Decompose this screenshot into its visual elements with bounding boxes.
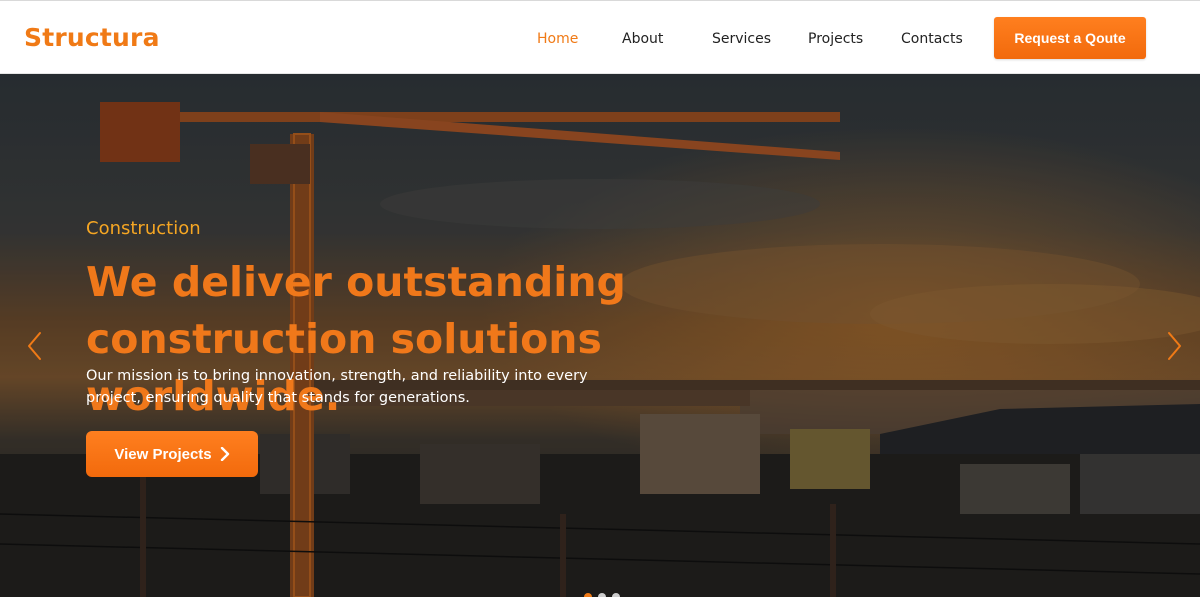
slider-pagination <box>584 593 620 597</box>
hero-description: Our mission is to bring innovation, stre… <box>86 368 588 406</box>
request-quote-button[interactable]: Request a Qoute <box>994 17 1146 59</box>
slider-dot[interactable] <box>598 593 606 597</box>
slider-next-button[interactable] <box>1163 330 1187 362</box>
chevron-right-icon <box>220 447 229 461</box>
slider-dot[interactable] <box>612 593 620 597</box>
slider-prev-button[interactable] <box>22 330 46 362</box>
nav-services[interactable]: Services <box>712 31 771 47</box>
nav-home[interactable]: Home <box>537 31 578 47</box>
view-projects-label: View Projects <box>114 445 212 463</box>
nav-about[interactable]: About <box>622 31 663 47</box>
hero-eyebrow: Construction <box>86 218 201 239</box>
nav-projects[interactable]: Projects <box>808 31 863 47</box>
view-projects-button[interactable]: View Projects <box>86 431 258 477</box>
nav-contacts[interactable]: Contacts <box>901 31 963 47</box>
hero-slider: Construction We deliver outstanding cons… <box>0 74 1200 597</box>
site-header: Structura Home About Services Projects C… <box>0 0 1200 74</box>
chevron-right-icon <box>1168 332 1181 360</box>
brand-logo[interactable]: Structura <box>24 23 160 52</box>
slider-dot[interactable] <box>584 593 592 597</box>
chevron-left-icon <box>28 332 41 360</box>
